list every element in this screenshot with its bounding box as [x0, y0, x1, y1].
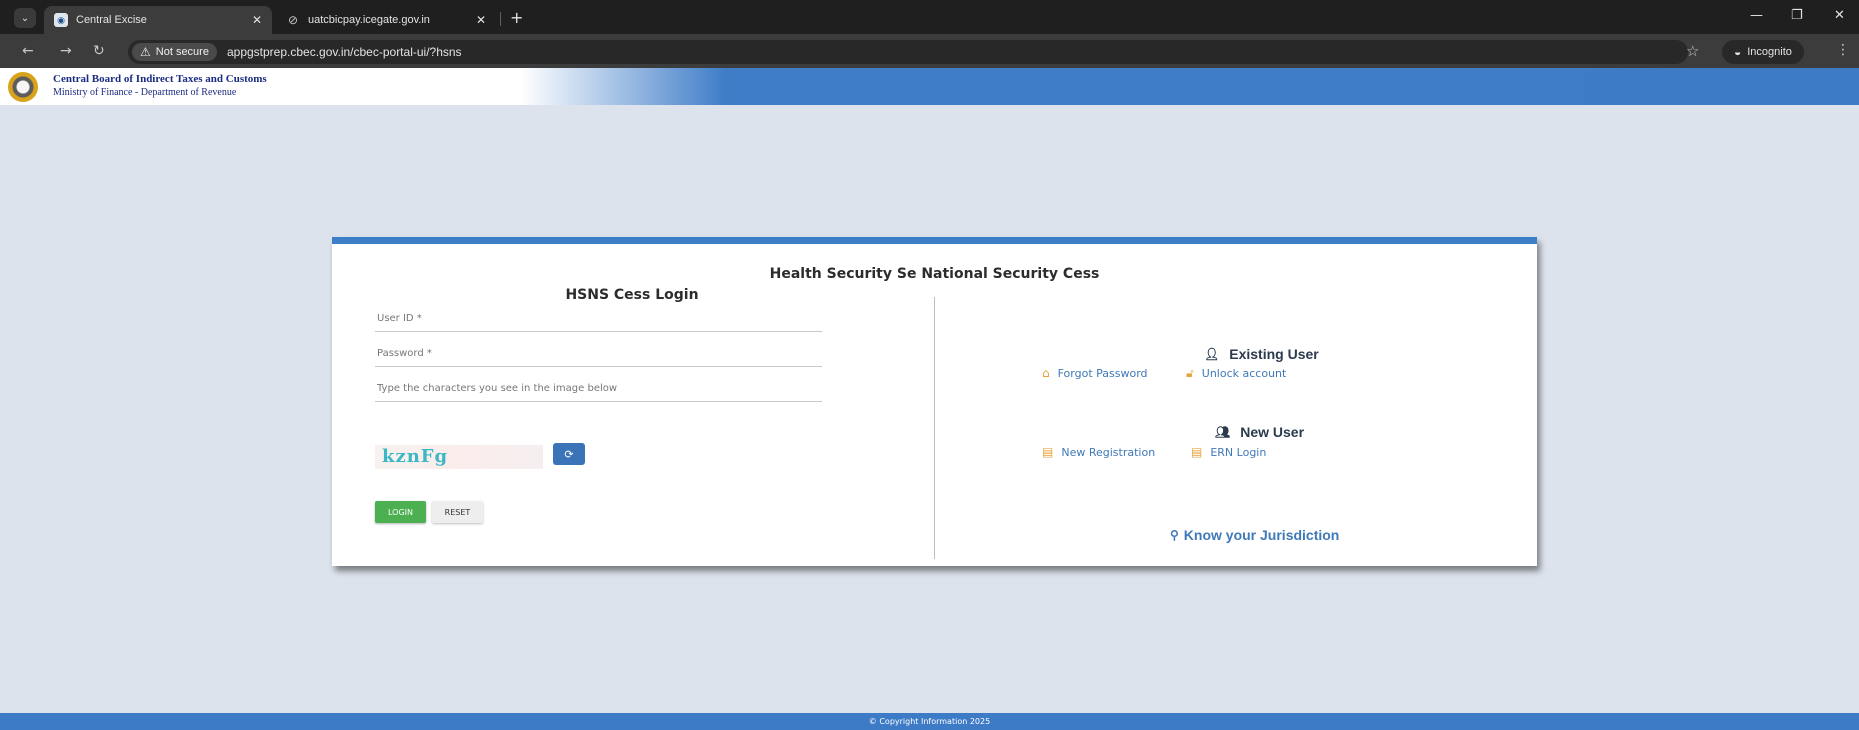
tab-title: uatcbicpay.icegate.gov.in: [308, 14, 430, 26]
close-icon[interactable]: ✕: [252, 13, 262, 27]
restore-icon[interactable]: ❐: [1791, 8, 1803, 23]
favicon-icon: ◉: [54, 13, 68, 27]
user-icon: 👤︎: [1204, 347, 1220, 361]
globe-icon: ⊘: [287, 13, 299, 27]
unlock-account-label: Unlock account: [1201, 367, 1287, 380]
unlock-icon: 🔓︎: [1186, 366, 1194, 380]
incognito-icon: ◒: [1734, 45, 1742, 59]
user-plus-icon: 👥︎: [1215, 425, 1231, 439]
kebab-icon[interactable]: ⋮: [1836, 42, 1850, 58]
org-name: Central Board of Indirect Taxes and Cust…: [53, 73, 267, 85]
copyright-text: © Copyright Information 2025: [868, 717, 991, 726]
jurisdiction-label: Know your Jurisdiction: [1183, 527, 1340, 543]
incognito-label: Incognito: [1747, 46, 1792, 58]
document-icon: ▤: [1042, 445, 1054, 459]
existing-user-heading: 👤︎ Existing User: [1204, 346, 1319, 362]
org-subtitle: Ministry of Finance - Department of Reve…: [53, 87, 237, 98]
existing-user-title: Existing User: [1229, 346, 1319, 362]
know-your-jurisdiction-link[interactable]: ⚲ Know your Jurisdiction: [1170, 527, 1339, 543]
captcha-placeholder: Type the characters you see in the image…: [377, 383, 618, 394]
footer: © Copyright Information 2025: [0, 713, 1859, 730]
close-icon[interactable]: ✕: [476, 13, 486, 27]
url-text: appgstprep.cbec.gov.in/cbec-portal-ui/?h…: [226, 45, 462, 59]
user-id-placeholder: User ID *: [377, 313, 422, 324]
browser-address-bar: ← → ↻ ⚠ Not secure appgstprep.cbec.gov.i…: [0, 34, 1859, 68]
plus-icon[interactable]: +: [510, 8, 523, 27]
new-user-heading: 👥︎ New User: [1215, 424, 1304, 440]
user-id-field[interactable]: User ID *: [375, 310, 822, 332]
tab-uatcbicpay[interactable]: ⊘ uatcbicpay.icegate.gov.in ✕: [276, 6, 496, 34]
minimize-icon[interactable]: —: [1750, 8, 1763, 23]
url-field[interactable]: ⚠ Not secure appgstprep.cbec.gov.in/cbec…: [128, 40, 1688, 64]
tab-search-icon[interactable]: ⌄: [14, 8, 36, 28]
password-field[interactable]: Password *: [375, 345, 822, 367]
password-placeholder: Password *: [377, 348, 432, 359]
browser-tab-bar: ⌄ ◉ Central Excise ✕ ⊘ uatcbicpay.icegat…: [0, 0, 1859, 34]
new-registration-link[interactable]: ▤ New Registration: [1042, 445, 1155, 459]
ern-login-label: ERN Login: [1210, 445, 1267, 459]
site-header: Central Board of Indirect Taxes and Cust…: [0, 68, 1859, 105]
tab-central-excise[interactable]: ◉ Central Excise ✕: [44, 6, 272, 34]
close-window-icon[interactable]: ✕: [1834, 8, 1845, 23]
reload-icon[interactable]: ↻: [93, 43, 105, 59]
new-user-title: New User: [1240, 424, 1305, 440]
refresh-icon: ⟳: [564, 447, 574, 461]
reset-button[interactable]: RESET: [432, 501, 483, 523]
page-title: Health Security Se National Security Ces…: [769, 266, 1100, 282]
document-icon: ▤: [1191, 445, 1203, 459]
tab-title: Central Excise: [76, 14, 147, 26]
forgot-password-link[interactable]: ⌂ Forgot Password: [1042, 366, 1148, 380]
back-icon[interactable]: ←: [22, 43, 34, 59]
login-panel: Health Security Se National Security Ces…: [332, 237, 1537, 566]
vertical-divider: [934, 297, 935, 559]
unlock-account-link[interactable]: 🔓︎ Unlock account: [1186, 366, 1286, 381]
forward-icon[interactable]: →: [60, 43, 72, 59]
new-registration-label: New Registration: [1061, 445, 1156, 459]
ern-login-link[interactable]: ▤ ERN Login: [1191, 445, 1266, 459]
refresh-captcha-button[interactable]: ⟳: [553, 443, 585, 465]
captcha-field[interactable]: Type the characters you see in the image…: [375, 380, 822, 402]
lock-icon: ⌂: [1042, 366, 1050, 380]
login-title: HSNS Cess Login: [565, 287, 699, 303]
security-chip[interactable]: ⚠ Not secure: [132, 43, 217, 61]
login-button[interactable]: LOGIN: [375, 501, 426, 523]
incognito-chip[interactable]: ◒ Incognito: [1722, 40, 1804, 64]
main-area: Health Security Se National Security Ces…: [0, 105, 1859, 713]
star-icon[interactable]: ☆: [1686, 42, 1699, 60]
captcha-image: kznFg: [375, 445, 543, 469]
forgot-password-label: Forgot Password: [1057, 366, 1148, 380]
map-marker-icon: ⚲: [1170, 528, 1179, 542]
security-label: Not secure: [155, 46, 209, 58]
warning-icon: ⚠: [140, 45, 151, 59]
emblem-icon: [8, 72, 38, 102]
tab-divider: [500, 12, 501, 26]
